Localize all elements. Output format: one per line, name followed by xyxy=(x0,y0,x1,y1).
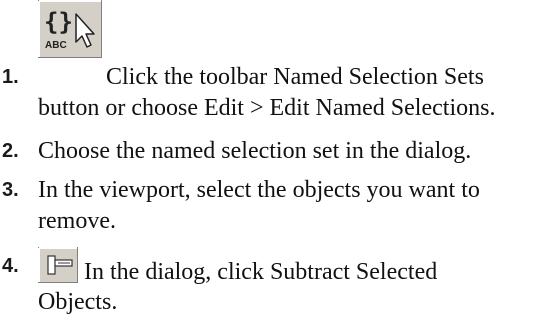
named-selection-sets-icon: {} ABC xyxy=(38,0,102,58)
step-line: button or choose Edit > Edit Named Selec… xyxy=(38,95,496,121)
step-number: 4. xyxy=(2,255,19,277)
step-text: Click the toolbar Named Selection Sets xyxy=(106,62,546,93)
step-line: Objects. xyxy=(38,289,118,315)
abc-icon-label: ABC xyxy=(45,40,67,51)
step-line: Choose the named selection set in the di… xyxy=(38,138,472,164)
step-line: In the dialog, click Subtract Selected xyxy=(84,259,438,285)
step-text: In the viewport, select the objects you … xyxy=(38,175,548,206)
subtract-selected-objects-icon xyxy=(38,247,78,283)
step-line: remove. xyxy=(38,208,116,234)
step-number: 2. xyxy=(2,140,19,162)
step-line: Click the toolbar Named Selection Sets xyxy=(106,64,484,90)
svg-text:{}: {} xyxy=(44,8,73,36)
step-number: 3. xyxy=(2,179,19,201)
step-text-continued: remove. xyxy=(38,206,548,237)
step-text: Choose the named selection set in the di… xyxy=(38,136,548,167)
instruction-steps: {} ABC 1. Click the toolbar Named Select… xyxy=(0,0,550,321)
step-text: In the dialog, click Subtract Selected xyxy=(38,247,548,288)
step-text-continued: button or choose Edit > Edit Named Selec… xyxy=(38,93,548,124)
step-number: 1. xyxy=(2,66,19,88)
step-line: In the viewport, select the objects you … xyxy=(38,177,480,203)
step-text-continued: Objects. xyxy=(38,287,548,318)
